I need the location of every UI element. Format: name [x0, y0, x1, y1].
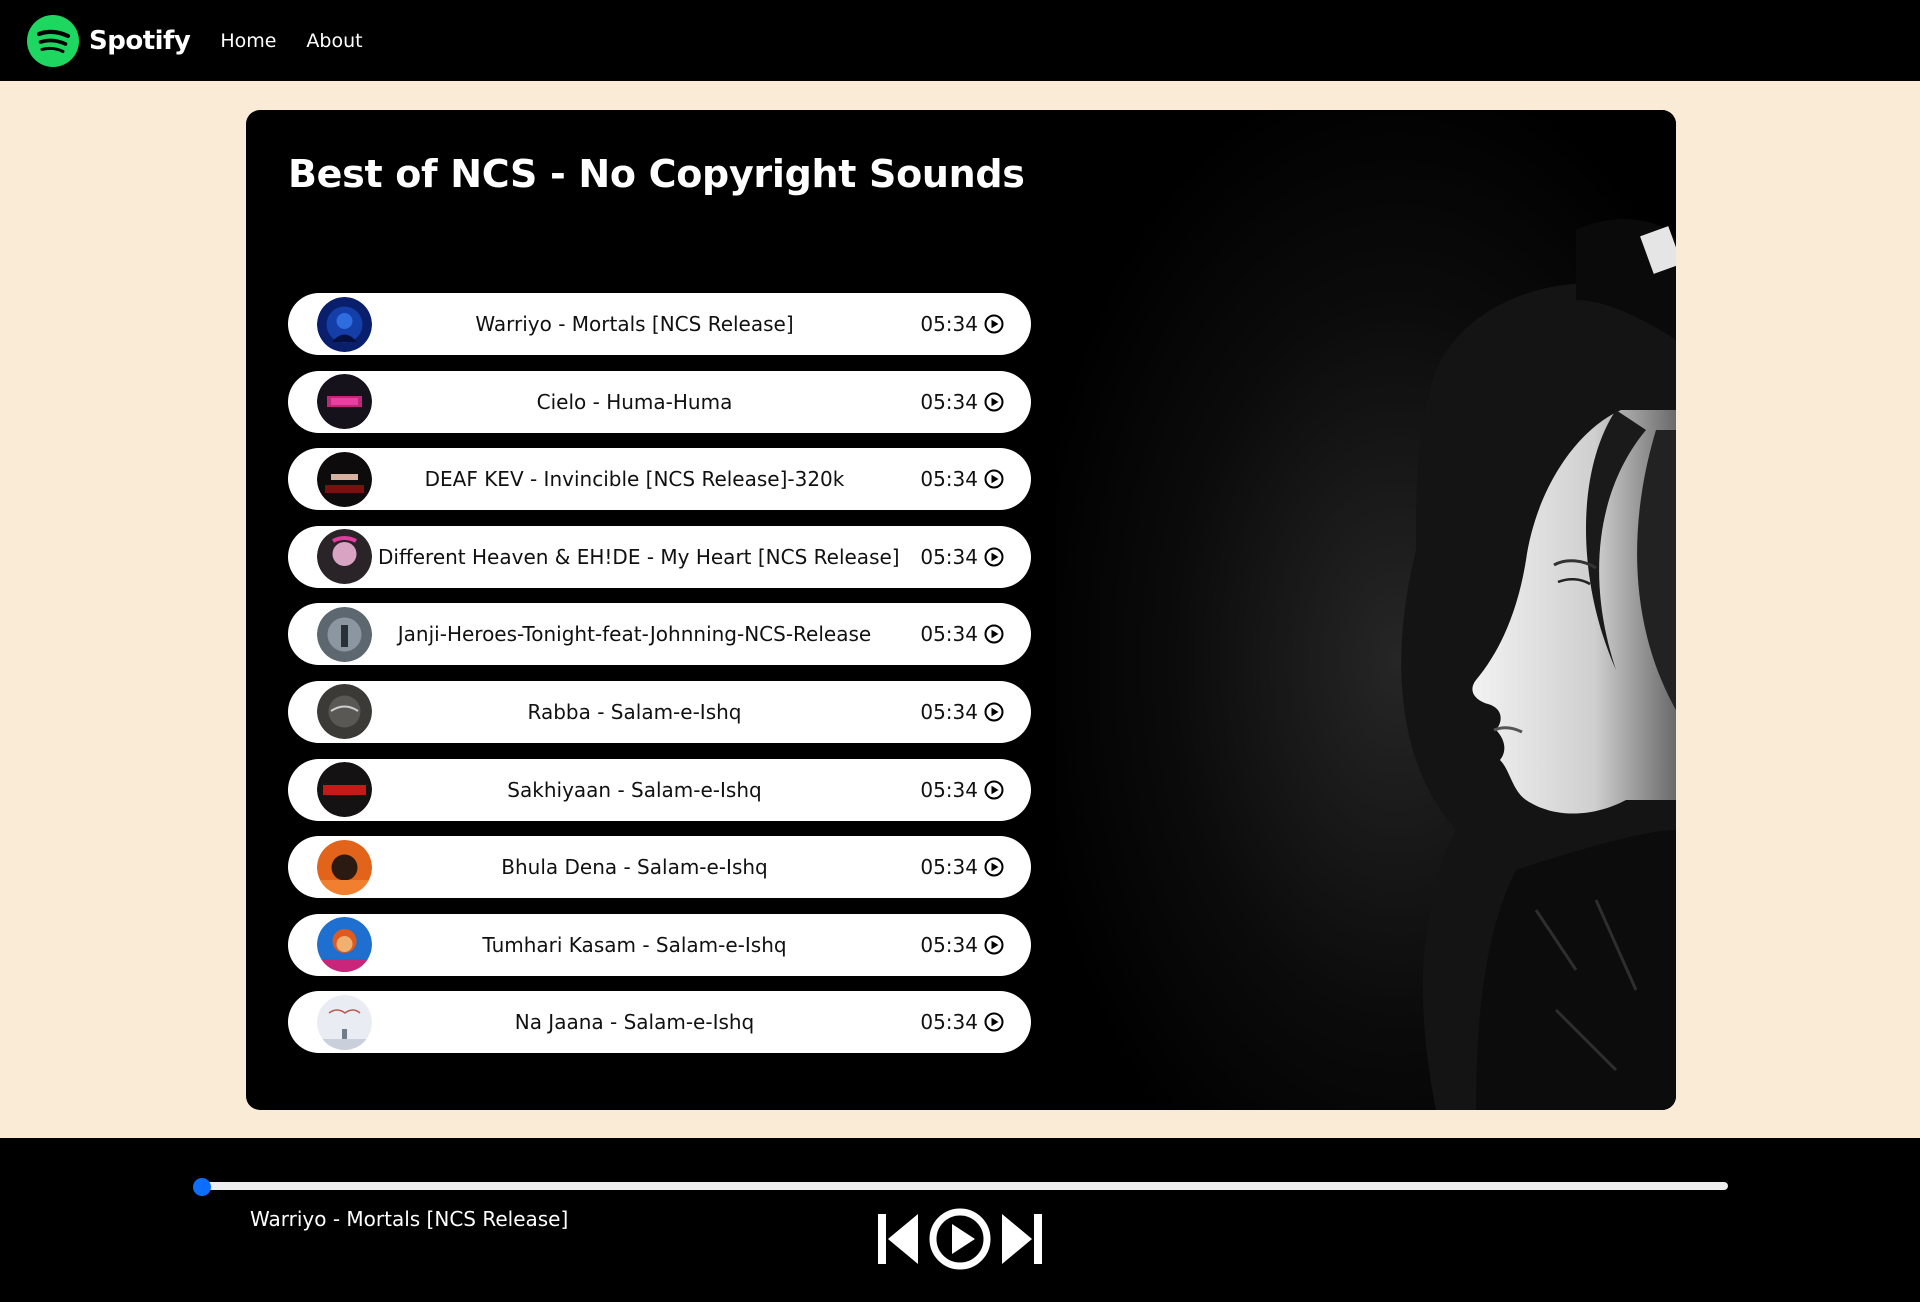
navbar: Spotify Home About — [0, 0, 1920, 81]
brand-name: Spotify — [89, 25, 191, 56]
song-item-2[interactable]: Cielo - Huma-Huma 05:34 — [288, 370, 1031, 433]
song-item-7[interactable]: Sakhiyaan - Salam-e-Ishq 05:34 — [288, 758, 1031, 821]
playback-controls — [876, 1207, 1044, 1271]
song-title: Na Jaana - Salam-e-Ishq — [514, 1010, 755, 1035]
brand[interactable]: Spotify — [27, 14, 191, 67]
song-cover-image — [317, 684, 372, 740]
song-title: Different Heaven & EH!DE - My Heart [NCS… — [378, 544, 900, 569]
song-title: Janji-Heroes-Tonight-feat-Johnning-NCS-R… — [397, 622, 872, 647]
song-cover-image — [317, 296, 372, 352]
song-duration: 05:34 — [920, 777, 978, 802]
playlist-card: Best of NCS - No Copyright Sounds Warriy… — [246, 110, 1676, 1110]
play-circle-icon[interactable] — [984, 780, 1004, 800]
progress-track[interactable] — [201, 1182, 1728, 1190]
play-circle-icon[interactable] — [984, 1012, 1004, 1032]
song-duration: 05:34 — [920, 932, 978, 957]
song-item-8[interactable]: Bhula Dena - Salam-e-Ishq 05:34 — [288, 836, 1031, 899]
play-circle-icon[interactable] — [984, 547, 1004, 567]
song-item-1[interactable]: Warriyo - Mortals [NCS Release] 05:34 — [288, 293, 1031, 355]
song-duration: 05:34 — [920, 389, 978, 414]
playlist-title: Best of NCS - No Copyright Sounds — [288, 152, 1025, 196]
spotify-logo-icon — [27, 14, 79, 67]
song-title: Cielo - Huma-Huma — [536, 389, 733, 414]
nav-link-home[interactable]: Home — [220, 30, 276, 52]
song-title: Sakhiyaan - Salam-e-Ishq — [507, 777, 762, 802]
song-duration: 05:34 — [920, 1010, 978, 1035]
song-duration: 05:34 — [920, 699, 978, 724]
play-icon[interactable] — [928, 1207, 992, 1271]
play-circle-icon[interactable] — [984, 702, 1004, 722]
nav-link-about[interactable]: About — [306, 30, 362, 52]
play-circle-icon[interactable] — [984, 469, 1004, 489]
next-icon[interactable] — [1000, 1212, 1044, 1266]
song-duration: 05:34 — [920, 467, 978, 492]
song-item-6[interactable]: Rabba - Salam-e-Ishq 05:34 — [288, 680, 1031, 743]
song-cover-image — [317, 606, 372, 662]
song-cover-image — [317, 451, 372, 507]
song-title: Bhula Dena - Salam-e-Ishq — [501, 855, 768, 880]
progress-thumb[interactable] — [193, 1178, 211, 1196]
song-list: Warriyo - Mortals [NCS Release] 05:34 Ci… — [288, 293, 1031, 1069]
player-bar: Warriyo - Mortals [NCS Release] — [0, 1138, 1920, 1302]
play-circle-icon[interactable] — [984, 935, 1004, 955]
play-circle-icon[interactable] — [984, 857, 1004, 877]
song-item-4[interactable]: Different Heaven & EH!DE - My Heart [NCS… — [288, 525, 1031, 588]
song-cover-image — [317, 762, 372, 818]
song-cover-image — [317, 839, 372, 895]
song-duration: 05:34 — [920, 855, 978, 880]
song-title: Warriyo - Mortals [NCS Release] — [475, 312, 794, 336]
progress-slider[interactable] — [193, 1178, 1728, 1196]
song-title: Tumhari Kasam - Salam-e-Ishq — [482, 932, 787, 957]
play-circle-icon[interactable] — [984, 624, 1004, 644]
play-circle-icon[interactable] — [984, 314, 1004, 334]
previous-icon[interactable] — [876, 1212, 920, 1266]
song-item-5[interactable]: Janji-Heroes-Tonight-feat-Johnning-NCS-R… — [288, 603, 1031, 666]
song-cover-image — [317, 994, 372, 1050]
song-item-9[interactable]: Tumhari Kasam - Salam-e-Ishq 05:34 — [288, 913, 1031, 976]
song-duration: 05:34 — [920, 312, 978, 336]
song-duration: 05:34 — [920, 544, 978, 569]
song-item-3[interactable]: DEAF KEV - Invincible [NCS Release]-320k… — [288, 448, 1031, 511]
song-title: DEAF KEV - Invincible [NCS Release]-320k — [424, 467, 845, 492]
song-cover-image — [317, 374, 372, 430]
song-title: Rabba - Salam-e-Ishq — [527, 699, 742, 724]
song-duration: 05:34 — [920, 622, 978, 647]
song-cover-image — [317, 917, 372, 973]
play-circle-icon[interactable] — [984, 392, 1004, 412]
song-cover-image — [317, 529, 372, 585]
now-playing-title: Warriyo - Mortals [NCS Release] — [250, 1207, 569, 1231]
song-item-10[interactable]: Na Jaana - Salam-e-Ishq 05:34 — [288, 991, 1031, 1054]
hero-portrait-image — [1056, 110, 1676, 1110]
